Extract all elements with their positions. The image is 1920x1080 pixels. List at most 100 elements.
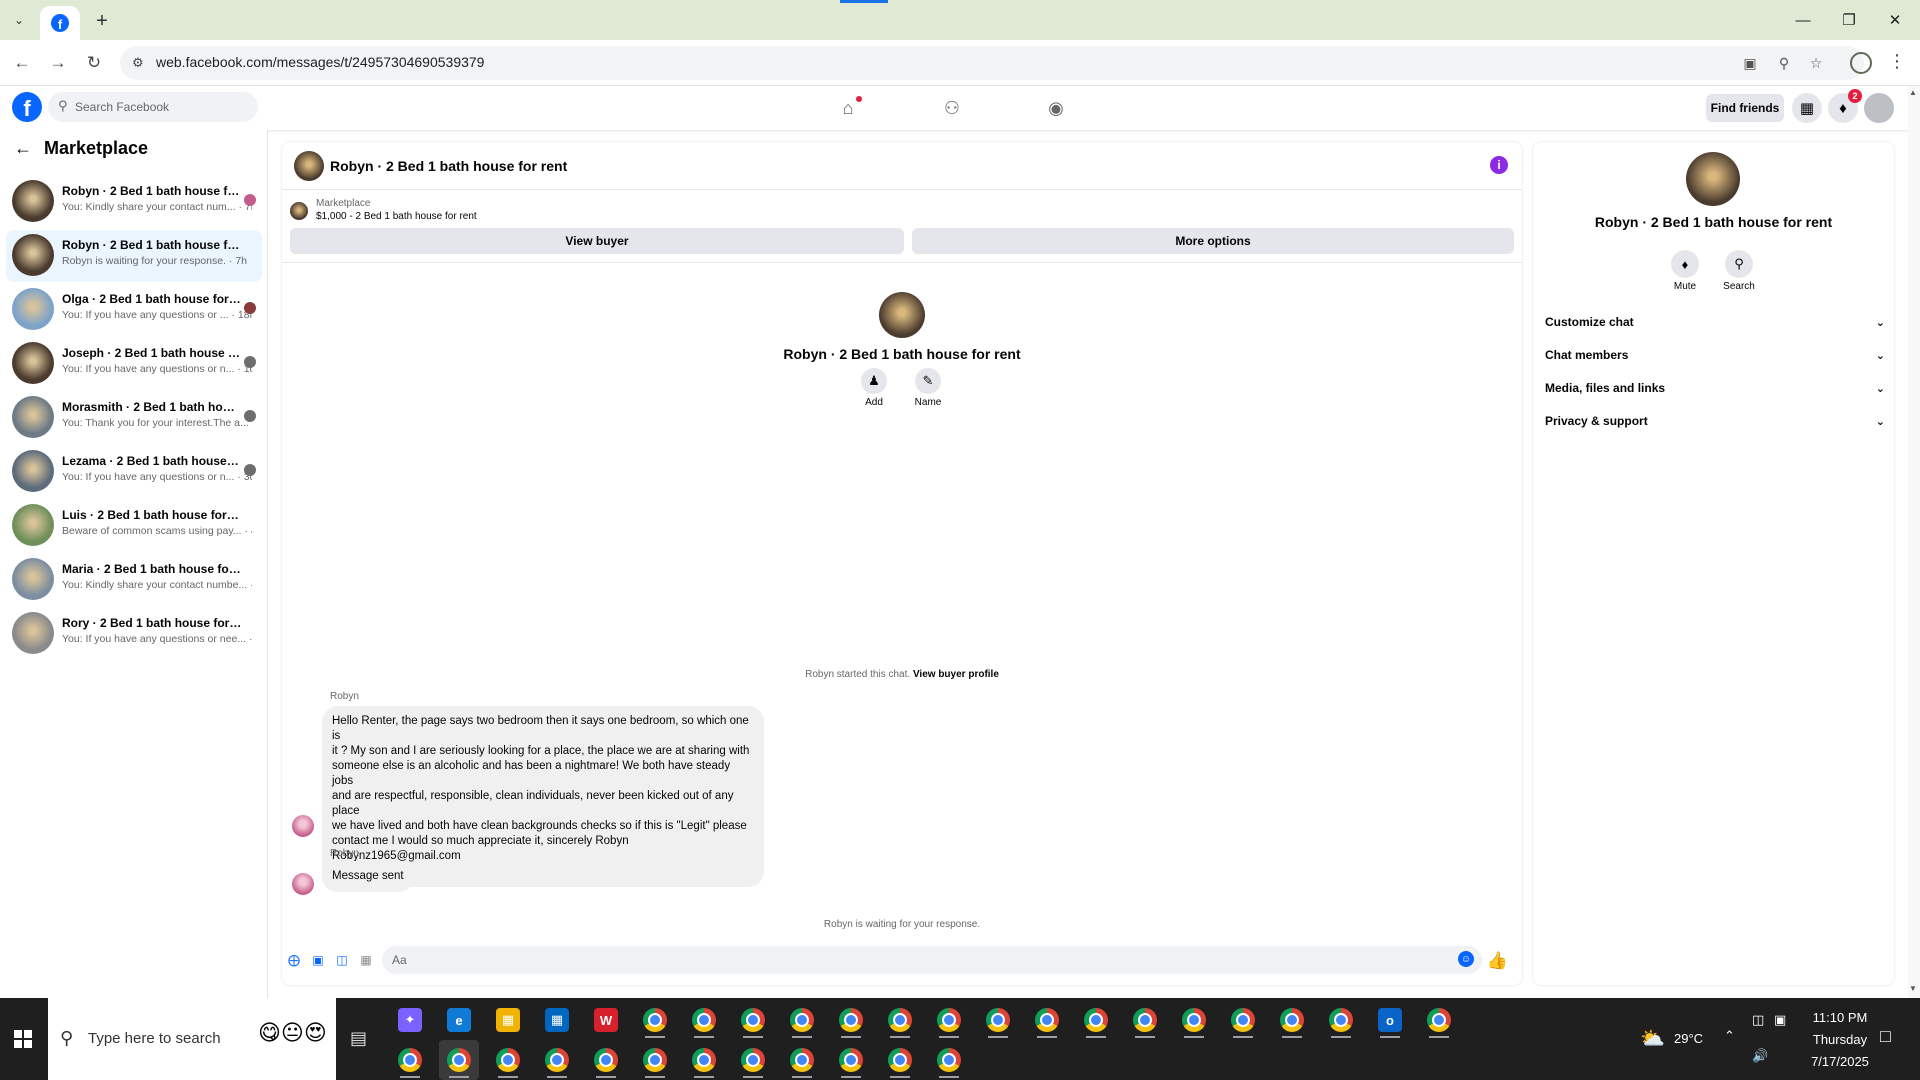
show-hidden-icons-chevron-icon[interactable]: ⌃ bbox=[1724, 1028, 1735, 1044]
home-icon[interactable]: ⌂ bbox=[834, 96, 862, 120]
copilot-app-icon[interactable]: ✦ bbox=[390, 1000, 430, 1040]
forward-button[interactable]: → bbox=[46, 51, 70, 75]
chrome-window-icon[interactable] bbox=[1174, 1000, 1214, 1040]
chrome-window-icon[interactable] bbox=[1027, 1000, 1067, 1040]
chrome-window-icon[interactable] bbox=[1272, 1000, 1312, 1040]
clock-day[interactable]: Thursday bbox=[1804, 1032, 1876, 1047]
search-conversation-button[interactable]: ⚲ Search bbox=[1714, 250, 1764, 292]
chrome-window-icon[interactable] bbox=[439, 1040, 479, 1080]
sticker-icon[interactable]: ◫ bbox=[334, 952, 350, 968]
chrome-window-icon[interactable] bbox=[1419, 1000, 1459, 1040]
message-input[interactable]: Aa ☺ bbox=[382, 946, 1482, 974]
chrome-window-icon[interactable] bbox=[1321, 1000, 1361, 1040]
scroll-up-arrow-icon[interactable]: ▲ bbox=[1909, 88, 1917, 97]
chrome-window-icon[interactable] bbox=[1076, 1000, 1116, 1040]
task-view-icon[interactable]: ▤ bbox=[350, 1028, 367, 1049]
scroll-down-arrow-icon[interactable]: ▼ bbox=[1909, 984, 1917, 993]
chrome-window-icon[interactable] bbox=[831, 1000, 871, 1040]
view-buyer-button[interactable]: View buyer bbox=[290, 228, 904, 254]
conversation-item[interactable]: Morasmith · 2 Bed 1 bath house fo... You:… bbox=[6, 392, 262, 444]
details-avatar[interactable] bbox=[1686, 152, 1740, 206]
mute-button[interactable]: ♦ Mute bbox=[1660, 250, 1710, 292]
facebook-search-input[interactable]: ⚲ Search Facebook bbox=[48, 92, 258, 122]
chrome-window-icon[interactable] bbox=[635, 1000, 675, 1040]
zoom-icon[interactable]: ⚲ bbox=[1774, 53, 1794, 73]
new-tab-button[interactable]: + bbox=[90, 9, 114, 33]
start-button[interactable] bbox=[0, 998, 46, 1080]
chrome-window-icon[interactable] bbox=[1223, 1000, 1263, 1040]
conversation-item[interactable]: Joseph · 2 Bed 1 bath house for ... You: … bbox=[6, 338, 262, 390]
chrome-window-icon[interactable] bbox=[537, 1040, 577, 1080]
conversation-item[interactable]: Luis · 2 Bed 1 bath house for rent Beware… bbox=[6, 500, 262, 552]
chrome-window-icon[interactable] bbox=[880, 1000, 920, 1040]
facebook-logo[interactable]: f bbox=[12, 92, 42, 122]
outlook-app-icon[interactable]: o bbox=[1370, 1000, 1410, 1040]
conversation-item[interactable]: Robyn · 2 Bed 1 bath house for rent Robyn… bbox=[6, 230, 262, 282]
conversation-item[interactable]: Lezama · 2 Bed 1 bath house for ... You: … bbox=[6, 446, 262, 498]
network-icon[interactable]: ▣ bbox=[1774, 1012, 1786, 1028]
browser-profile-icon[interactable] bbox=[1850, 52, 1872, 74]
conversation-item[interactable]: Robyn · 2 Bed 1 bath house for r... You: … bbox=[6, 176, 262, 228]
chrome-window-icon[interactable] bbox=[684, 1000, 724, 1040]
sender-avatar[interactable] bbox=[292, 873, 314, 895]
bookmark-star-icon[interactable]: ☆ bbox=[1806, 53, 1826, 73]
reload-button[interactable]: ↻ bbox=[82, 51, 106, 75]
chrome-window-icon[interactable] bbox=[586, 1040, 626, 1080]
explorer-app-icon[interactable]: ▦ bbox=[488, 1000, 528, 1040]
thumbs-up-icon[interactable]: 👍 bbox=[1487, 951, 1508, 971]
conversation-item[interactable]: Olga · 2 Bed 1 bath house for rent You: I… bbox=[6, 284, 262, 336]
minimize-button[interactable]: — bbox=[1788, 8, 1818, 32]
conversation-info-icon[interactable]: i bbox=[1490, 156, 1508, 174]
chrome-window-icon[interactable] bbox=[929, 1000, 969, 1040]
notifications-bell-icon[interactable]: ♦ 2 bbox=[1828, 89, 1862, 123]
groups-icon[interactable]: ◉ bbox=[1042, 96, 1070, 120]
chrome-window-icon[interactable] bbox=[488, 1040, 528, 1080]
weather-icon[interactable]: ⛅ bbox=[1640, 1026, 1665, 1051]
chrome-window-icon[interactable] bbox=[782, 1040, 822, 1080]
customize-chat-section[interactable]: Customize chat ⌄ bbox=[1545, 310, 1885, 334]
conversation-item[interactable]: Rory · 2 Bed 1 bath house for rent You: I… bbox=[6, 608, 262, 660]
menu-grid-icon[interactable]: ▦ bbox=[1792, 93, 1822, 123]
chrome-window-icon[interactable] bbox=[733, 1000, 773, 1040]
account-avatar[interactable] bbox=[1864, 93, 1894, 123]
add-people-button[interactable]: ♟ Add bbox=[849, 368, 899, 408]
page-scrollbar[interactable]: ▲ ▼ bbox=[1908, 86, 1920, 998]
notification-center-icon[interactable]: □ bbox=[1880, 1026, 1891, 1047]
chrome-window-icon[interactable] bbox=[733, 1040, 773, 1080]
gif-icon[interactable]: ▦ bbox=[358, 952, 374, 968]
more-options-button[interactable]: More options bbox=[912, 228, 1514, 254]
clock-date[interactable]: 7/17/2025 bbox=[1804, 1054, 1876, 1069]
chrome-window-icon[interactable] bbox=[978, 1000, 1018, 1040]
clock-time[interactable]: 11:10 PM bbox=[1804, 1010, 1876, 1025]
chrome-window-icon[interactable] bbox=[684, 1040, 724, 1080]
chat-members-section[interactable]: Chat members ⌄ bbox=[1545, 343, 1885, 367]
find-friends-button[interactable]: Find friends bbox=[1706, 94, 1784, 122]
taskbar-search-box[interactable]: ⚲ Type here to search 😋😐😍 bbox=[48, 998, 336, 1080]
weather-temperature[interactable]: 29°C bbox=[1674, 1031, 1703, 1046]
wps-app-icon[interactable]: W bbox=[586, 1000, 626, 1040]
volume-icon[interactable]: 🔊 bbox=[1752, 1048, 1768, 1064]
chrome-window-icon[interactable] bbox=[831, 1040, 871, 1080]
chrome-window-icon[interactable] bbox=[390, 1040, 430, 1080]
meet-now-icon[interactable]: ◫ bbox=[1752, 1012, 1764, 1028]
site-info-icon[interactable]: ⚙ bbox=[132, 55, 144, 71]
chrome-window-icon[interactable] bbox=[880, 1040, 920, 1080]
chrome-window-icon[interactable] bbox=[929, 1040, 969, 1080]
edge-app-icon[interactable]: e bbox=[439, 1000, 479, 1040]
install-app-icon[interactable]: ▣ bbox=[1740, 53, 1760, 73]
back-arrow-icon[interactable]: ← bbox=[14, 138, 32, 159]
url-text[interactable]: web.facebook.com/messages/t/249573046905… bbox=[156, 54, 484, 70]
media-files-links-section[interactable]: Media, files and links ⌄ bbox=[1545, 376, 1885, 400]
address-bar[interactable]: ⚙ web.facebook.com/messages/t/2495730469… bbox=[120, 46, 1864, 80]
browser-menu-icon[interactable]: ⋮ bbox=[1888, 51, 1906, 72]
profile-avatar[interactable] bbox=[879, 292, 925, 338]
chat-thumbnail[interactable] bbox=[294, 151, 324, 181]
chrome-window-icon[interactable] bbox=[782, 1000, 822, 1040]
tab-search-chevron-icon[interactable]: ⌄ bbox=[8, 10, 30, 30]
plus-circle-icon[interactable]: ⨁ bbox=[286, 952, 302, 968]
photo-icon[interactable]: ▣ bbox=[310, 952, 326, 968]
view-buyer-profile-link[interactable]: View buyer profile bbox=[913, 669, 999, 680]
edit-name-button[interactable]: ✎ Name bbox=[903, 368, 953, 408]
sender-avatar[interactable] bbox=[292, 815, 314, 837]
conversation-item[interactable]: Maria · 2 Bed 1 bath house for rent You: … bbox=[6, 554, 262, 606]
